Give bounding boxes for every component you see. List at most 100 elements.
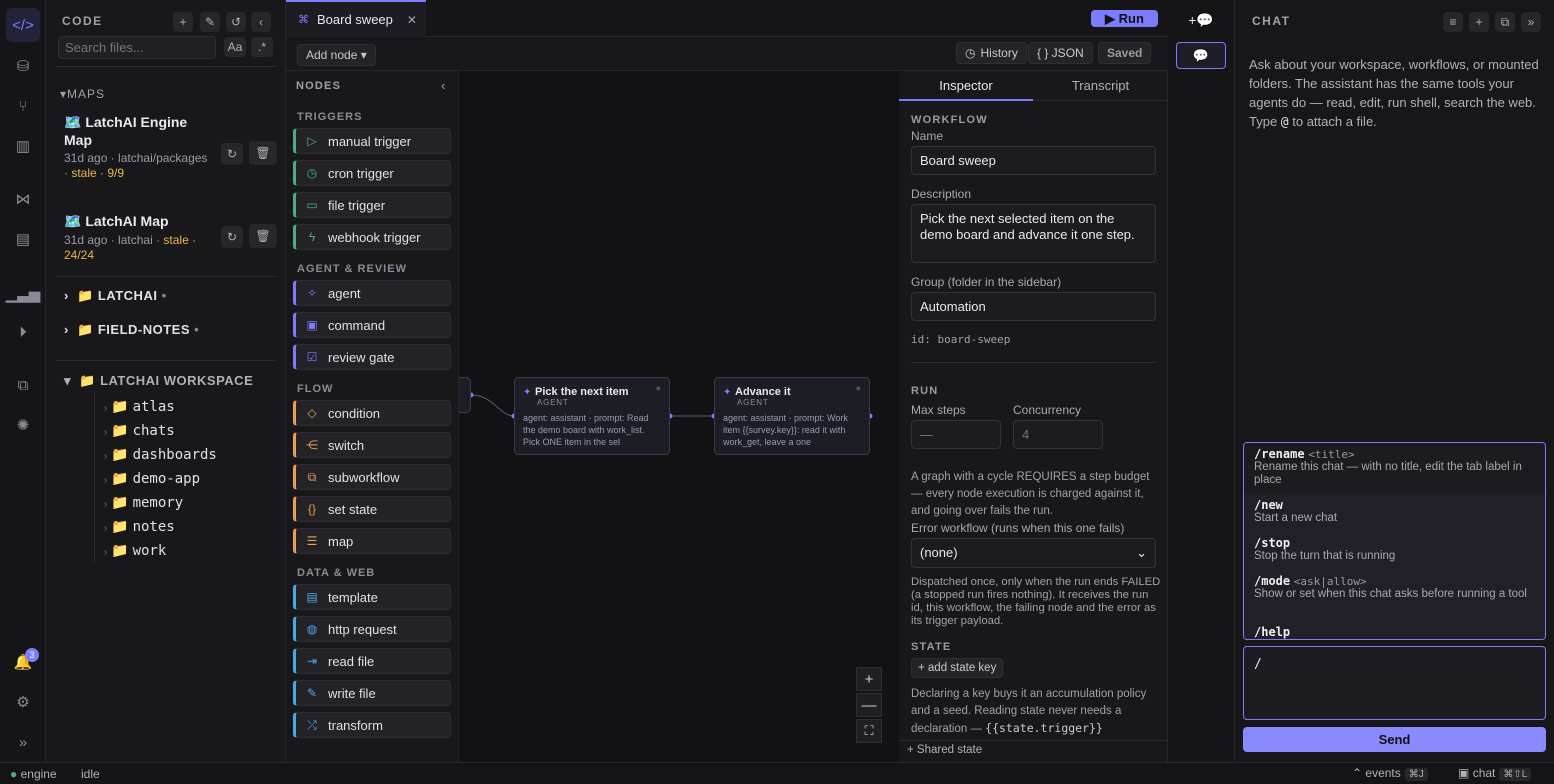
workflow-node[interactable]: ✦ Advance it ● AGENT agent: assistant · p… (714, 377, 870, 455)
events-toggle[interactable]: ⌃ events ⌘J (1352, 766, 1428, 781)
folder-item[interactable]: › 📁 work (104, 542, 166, 559)
status-bar: ● engine idle ⌃ events ⌘J ▣ chat ⌘⇧L (0, 762, 1554, 784)
new-file-button[interactable]: + (173, 12, 193, 32)
folder-item[interactable]: › 📁 atlas (104, 398, 175, 415)
terminal-icon: ▣ (306, 318, 318, 332)
palette-set-state[interactable]: {} set state (293, 496, 451, 522)
rebuild-map-button[interactable]: ↻ (221, 226, 243, 248)
palette-cron-trigger[interactable]: ◷ cron trigger (293, 160, 451, 186)
command-mode[interactable]: /mode <ask|allow> Show or set when this c… (1244, 570, 1545, 621)
shared-state-toggle[interactable]: + Shared state (899, 740, 1167, 762)
palette-command[interactable]: ▣ command (293, 312, 451, 338)
tree-root-field-notes[interactable]: › 📁 FIELD-NOTES • (64, 322, 199, 338)
chart-icon[interactable]: ▁▃▅ (6, 282, 41, 306)
palette-agent[interactable]: ✧ agent (293, 280, 451, 306)
palette-transform[interactable]: ⤮ transform (293, 712, 451, 738)
workflow-node[interactable]: ✦ Pick the next item ● AGENT agent: assis… (514, 377, 670, 455)
folder-item[interactable]: › 📁 notes (104, 518, 175, 535)
collapse-chat-icon[interactable]: » (1521, 12, 1541, 32)
expand-icon[interactable]: » (11, 730, 35, 754)
search-files-input[interactable] (58, 36, 216, 59)
add-node-button[interactable]: Add node ▾ (297, 44, 376, 66)
delete-map-button[interactable]: 🗑 (249, 141, 277, 165)
command-stop[interactable]: /stop Stop the turn that is running (1244, 532, 1545, 570)
add-state-key-button[interactable]: + add state key (911, 658, 1004, 678)
tree-root-workspace[interactable]: ▾ 📁 LATCHAI WORKSPACE (64, 373, 253, 389)
workflow-icon[interactable]: ⧉ (11, 373, 35, 397)
palette-map[interactable]: ☰ map (293, 528, 451, 554)
chat-toggle[interactable]: ▣ chat ⌘⇧L (1458, 766, 1532, 781)
close-icon[interactable]: ✕ (407, 13, 417, 27)
collapse-sidebar-button[interactable]: ‹ (251, 12, 271, 32)
engine-status[interactable]: ● engine (10, 767, 57, 781)
command-help[interactable]: /help (1244, 621, 1545, 639)
new-chat-icon[interactable]: +💬 (1176, 8, 1226, 32)
folder-item[interactable]: › 📁 memory (104, 494, 183, 511)
folder-item[interactable]: › 📁 dashboards (104, 446, 217, 463)
description-field[interactable]: Pick the next selected item on the demo … (911, 204, 1156, 263)
plugin-icon[interactable]: ✺ (11, 413, 35, 437)
zoom-in-button[interactable]: + (856, 667, 882, 691)
node-body: agent: assistant · prompt: Read the demo… (523, 413, 649, 447)
git-branch-icon[interactable]: ⑂ (11, 94, 35, 118)
workflow-canvas[interactable]: ✦ Pick the next item ● AGENT agent: assis… (459, 71, 899, 762)
share-nodes-icon[interactable]: ⋈ (11, 187, 35, 211)
login-icon: ⇥ (306, 654, 318, 668)
palette-write-file[interactable]: ✎ write file (293, 680, 451, 706)
chat-input[interactable]: / (1243, 646, 1546, 720)
max-steps-input[interactable] (911, 420, 1001, 449)
palette-condition[interactable]: ◇ condition (293, 400, 451, 426)
error-help-text: Dispatched once, only when the run ends … (911, 576, 1161, 627)
palette-webhook-trigger[interactable]: ϟ webhook trigger (293, 224, 451, 250)
map-icon[interactable]: ▥ (11, 134, 35, 158)
run-button[interactable]: ▶ Run (1091, 10, 1158, 27)
tab-transcript[interactable]: Transcript (1033, 71, 1167, 101)
collapse-palette-icon[interactable]: ‹ (441, 78, 445, 93)
palette-review-gate[interactable]: ☑ review gate (293, 344, 451, 370)
delete-map-button[interactable]: 🗑 (249, 224, 277, 248)
chat-list-icon[interactable]: ≡ (1443, 12, 1463, 32)
refresh-button[interactable]: ↺ (226, 12, 246, 32)
settings-icon[interactable]: ⚙ (11, 690, 35, 714)
database-icon[interactable]: ⛁ (11, 54, 35, 78)
table-icon[interactable]: ▤ (11, 227, 35, 251)
fit-view-button[interactable]: ⛶ (856, 719, 882, 743)
edit-icon[interactable]: ✎ (200, 12, 220, 32)
palette-template[interactable]: ▤ template (293, 584, 451, 610)
offscreen-node[interactable] (459, 377, 471, 413)
concurrency-input[interactable] (1013, 420, 1103, 449)
group-field[interactable]: Automation (911, 292, 1156, 321)
palette-switch[interactable]: ⋲ switch (293, 432, 451, 458)
name-field[interactable]: Board sweep (911, 146, 1156, 175)
rebuild-map-button[interactable]: ↻ (221, 143, 243, 165)
palette-http-request[interactable]: ◍ http request (293, 616, 451, 642)
folder-item[interactable]: › 📁 demo-app (104, 470, 200, 487)
regex-toggle[interactable]: .* (251, 37, 273, 57)
code-icon[interactable]: </> (6, 8, 40, 42)
saved-indicator: Saved (1098, 42, 1152, 64)
send-button[interactable]: Send (1243, 727, 1546, 752)
play-circle-icon[interactable]: ⏵ (11, 320, 35, 344)
json-button[interactable]: { } JSON (1028, 42, 1093, 64)
tree-root-latchai[interactable]: › 📁 LATCHAI • (64, 288, 167, 304)
error-workflow-select[interactable]: (none) ⌄ (911, 538, 1156, 568)
history-button[interactable]: ◷ History (956, 42, 1027, 64)
folder-item[interactable]: › 📁 chats (104, 422, 175, 439)
map-title[interactable]: 🗺️ LatchAI Map (64, 212, 204, 230)
command-new[interactable]: /new Start a new chat (1244, 494, 1545, 532)
palette-manual-trigger[interactable]: ▷ manual trigger (293, 128, 451, 154)
chat-tab-icon[interactable]: 💬 (1176, 42, 1226, 69)
duplicate-icon[interactable]: ⧉ (1495, 12, 1515, 32)
command-rename[interactable]: /rename <title> Rename this chat — with n… (1244, 443, 1545, 494)
maps-header[interactable]: ▾MAPS (60, 87, 105, 101)
tab-inspector[interactable]: Inspector (899, 71, 1033, 101)
map-title[interactable]: 🗺️ LatchAI Engine Map (64, 113, 204, 149)
zoom-out-button[interactable]: — (856, 693, 882, 717)
tab-board-sweep[interactable]: ⌘ Board sweep ✕ (286, 0, 426, 37)
new-chat-button[interactable]: + (1469, 12, 1489, 32)
map-meta: 31d ago · latchai · stale · 24/24 (64, 233, 197, 262)
palette-subworkflow[interactable]: ⧉ subworkflow (293, 464, 451, 490)
palette-read-file[interactable]: ⇥ read file (293, 648, 451, 674)
match-case-toggle[interactable]: Aa (224, 37, 246, 57)
palette-file-trigger[interactable]: ▭ file trigger (293, 192, 451, 218)
